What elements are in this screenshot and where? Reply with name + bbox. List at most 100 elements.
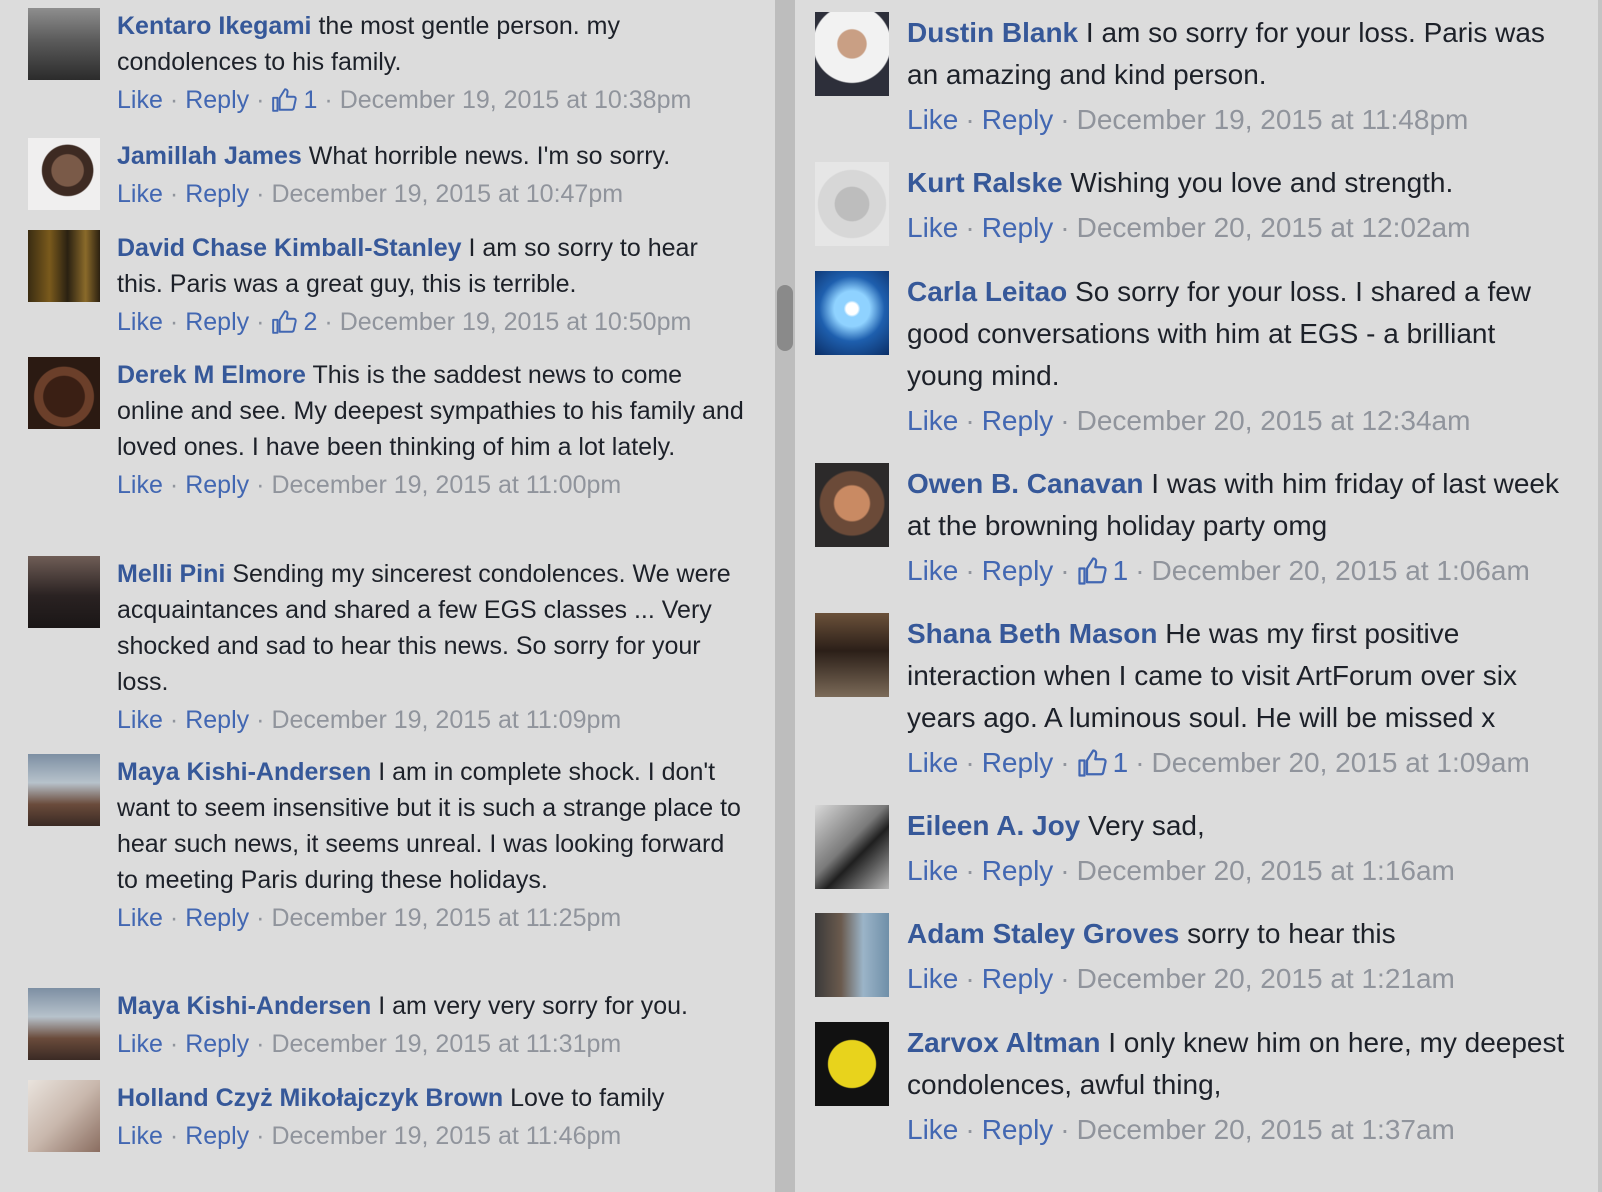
comment-meta: Like · Reply · December 19, 2015 at 11:48pm: [907, 99, 1575, 141]
comment-body: Kentaro Ikegami the most gentle person. …: [117, 8, 748, 118]
like-link[interactable]: Like: [907, 1109, 958, 1151]
like-link[interactable]: Like: [117, 82, 163, 118]
avatar[interactable]: [815, 12, 889, 96]
comment-timestamp[interactable]: December 20, 2015 at 12:02am: [1077, 207, 1471, 249]
like-link[interactable]: Like: [907, 207, 958, 249]
comment-author-link[interactable]: Kentaro Ikegami: [117, 12, 312, 40]
comment-timestamp[interactable]: December 19, 2015 at 11:09pm: [271, 702, 621, 738]
comment-timestamp[interactable]: December 20, 2015 at 12:34am: [1077, 400, 1471, 442]
avatar[interactable]: [28, 230, 100, 302]
comment-timestamp[interactable]: December 19, 2015 at 11:00pm: [271, 467, 621, 503]
like-link[interactable]: Like: [117, 176, 163, 212]
like-link[interactable]: Like: [117, 702, 163, 738]
comment-author-link[interactable]: Derek M Elmore: [117, 361, 306, 389]
comment-meta: Like · Reply · December 19, 2015 at 11:25pm: [117, 900, 748, 936]
avatar[interactable]: [28, 1080, 100, 1152]
comment-timestamp[interactable]: December 19, 2015 at 11:48pm: [1077, 99, 1469, 141]
thumbs-up-icon[interactable]: [271, 87, 298, 113]
comment-text: Maya Kishi-Andersen I am in complete sho…: [117, 754, 748, 898]
like-link[interactable]: Like: [907, 850, 958, 892]
comment-author-link[interactable]: Shana Beth Mason: [907, 618, 1157, 649]
like-link[interactable]: Like: [907, 99, 958, 141]
like-count[interactable]: 2: [303, 304, 317, 340]
comment-timestamp[interactable]: December 20, 2015 at 1:09am: [1152, 742, 1530, 784]
like-link[interactable]: Like: [907, 550, 958, 592]
reply-link[interactable]: Reply: [982, 850, 1054, 892]
avatar[interactable]: [28, 357, 100, 429]
avatar[interactable]: [28, 754, 100, 826]
like-link[interactable]: Like: [117, 1026, 163, 1062]
like-link[interactable]: Like: [117, 1118, 163, 1154]
reply-link[interactable]: Reply: [982, 958, 1054, 1000]
comment-timestamp[interactable]: December 19, 2015 at 11:46pm: [271, 1118, 621, 1154]
reply-link[interactable]: Reply: [185, 467, 249, 503]
comment-author-link[interactable]: Holland Czyż Mikołajczyk Brown: [117, 1084, 503, 1112]
comment-timestamp[interactable]: December 19, 2015 at 11:31pm: [271, 1026, 621, 1062]
thumbs-up-icon[interactable]: [271, 309, 298, 335]
avatar[interactable]: [815, 463, 889, 547]
reply-link[interactable]: Reply: [982, 207, 1054, 249]
avatar[interactable]: [28, 138, 100, 210]
comment-author-link[interactable]: Maya Kishi-Andersen: [117, 758, 371, 786]
comment-author-link[interactable]: David Chase Kimball-Stanley: [117, 234, 462, 262]
comment-author-link[interactable]: Carla Leitao: [907, 276, 1067, 307]
avatar[interactable]: [815, 162, 889, 246]
comment-body: Owen B. Canavan I was with him friday of…: [907, 463, 1575, 592]
reply-link[interactable]: Reply: [982, 742, 1054, 784]
comment-author-link[interactable]: Eileen A. Joy: [907, 810, 1080, 841]
like-count[interactable]: 1: [1113, 742, 1129, 784]
thumbs-up-icon[interactable]: [1077, 556, 1107, 586]
comment-timestamp[interactable]: December 20, 2015 at 1:06am: [1152, 550, 1530, 592]
comment-timestamp[interactable]: December 19, 2015 at 10:38pm: [340, 82, 692, 118]
like-link[interactable]: Like: [117, 900, 163, 936]
like-count[interactable]: 1: [303, 82, 317, 118]
reply-link[interactable]: Reply: [982, 99, 1054, 141]
reply-link[interactable]: Reply: [982, 1109, 1054, 1151]
like-link[interactable]: Like: [907, 400, 958, 442]
comment-text: Carla Leitao So sorry for your loss. I s…: [907, 271, 1575, 397]
thumbs-up-icon[interactable]: [1077, 748, 1107, 778]
like-link[interactable]: Like: [117, 467, 163, 503]
scrollbar-thumb[interactable]: [777, 285, 793, 351]
avatar[interactable]: [815, 805, 889, 889]
comment-author-link[interactable]: Kurt Ralske: [907, 167, 1063, 198]
like-count[interactable]: 1: [1113, 550, 1129, 592]
comment-timestamp[interactable]: December 19, 2015 at 10:47pm: [271, 176, 623, 212]
comment-author-link[interactable]: Melli Pini: [117, 560, 225, 588]
scrollbar-track[interactable]: [775, 0, 795, 1192]
reply-link[interactable]: Reply: [185, 1118, 249, 1154]
separator-dot: ·: [256, 1030, 265, 1058]
like-link[interactable]: Like: [907, 958, 958, 1000]
comment-author-link[interactable]: Dustin Blank: [907, 17, 1078, 48]
comment-author-link[interactable]: Owen B. Canavan: [907, 468, 1144, 499]
comment-author-link[interactable]: Adam Staley Groves: [907, 918, 1179, 949]
comment-timestamp[interactable]: December 19, 2015 at 10:50pm: [340, 304, 692, 340]
comment-timestamp[interactable]: December 20, 2015 at 1:21am: [1077, 958, 1455, 1000]
comment-author-link[interactable]: Maya Kishi-Andersen: [117, 992, 371, 1020]
reply-link[interactable]: Reply: [185, 176, 249, 212]
comment-timestamp[interactable]: December 19, 2015 at 11:25pm: [271, 900, 621, 936]
avatar[interactable]: [28, 8, 100, 80]
reply-link[interactable]: Reply: [185, 900, 249, 936]
reply-link[interactable]: Reply: [185, 82, 249, 118]
avatar[interactable]: [815, 271, 889, 355]
comment-meta: Like · Reply · December 19, 2015 at 11:00pm: [117, 467, 748, 503]
comment-timestamp[interactable]: December 20, 2015 at 1:37am: [1077, 1109, 1455, 1151]
comment-author-link[interactable]: Jamillah James: [117, 142, 302, 170]
separator-dot: ·: [1060, 963, 1070, 994]
reply-link[interactable]: Reply: [185, 1026, 249, 1062]
avatar[interactable]: [815, 1022, 889, 1106]
reply-link[interactable]: Reply: [185, 702, 249, 738]
like-link[interactable]: Like: [117, 304, 163, 340]
comment-author-link[interactable]: Zarvox Altman: [907, 1027, 1100, 1058]
reply-link[interactable]: Reply: [185, 304, 249, 340]
comment-body: Shana Beth Mason He was my first positiv…: [907, 613, 1575, 784]
avatar[interactable]: [28, 988, 100, 1060]
like-link[interactable]: Like: [907, 742, 958, 784]
avatar[interactable]: [28, 556, 100, 628]
avatar[interactable]: [815, 613, 889, 697]
comment-timestamp[interactable]: December 20, 2015 at 1:16am: [1077, 850, 1455, 892]
reply-link[interactable]: Reply: [982, 400, 1054, 442]
avatar[interactable]: [815, 913, 889, 997]
reply-link[interactable]: Reply: [982, 550, 1054, 592]
